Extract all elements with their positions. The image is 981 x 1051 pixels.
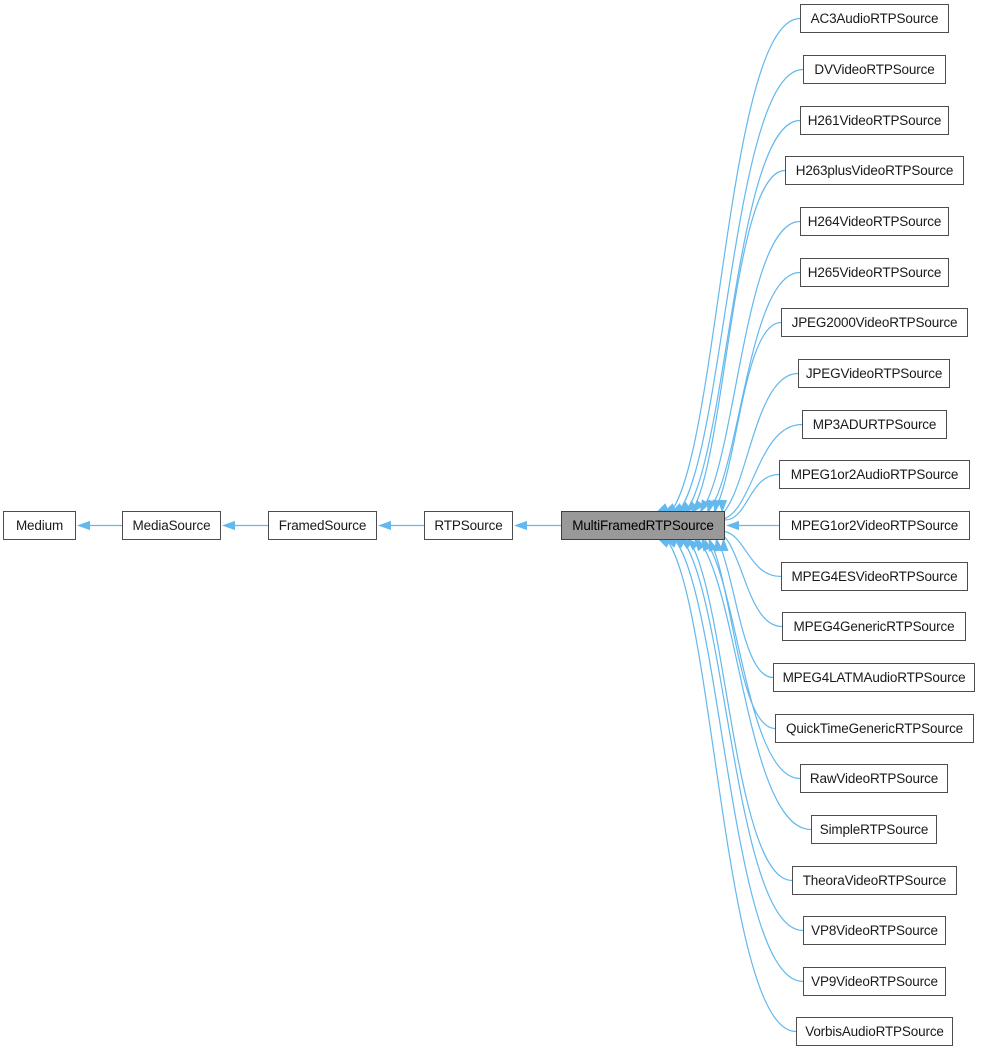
class-node-vp8-video-rtpsource[interactable]: VP8VideoRTPSource xyxy=(803,916,946,945)
inheritance-arrowhead xyxy=(77,520,90,531)
inheritance-diagram: Medium MediaSource FramedSource RTPSource Mu… xyxy=(0,0,981,1051)
class-node-jpegvideo-rtpsource[interactable]: JPEGVideoRTPSource xyxy=(798,359,950,388)
class-node-vorbis-audio-rtpsource[interactable]: VorbisAudioRTPSource xyxy=(796,1017,953,1046)
inheritance-arrowhead xyxy=(222,520,235,531)
class-node-mpeg4-latmaudio-rtpsource[interactable]: MPEG4LATMAudioRTPSource xyxy=(773,663,975,692)
class-node-ac3-audio-rtpsource[interactable]: AC3AudioRTPSource xyxy=(800,4,949,33)
class-node-mpeg1or2-video-rtpsource[interactable]: MPEG1or2VideoRTPSource xyxy=(779,511,970,540)
inheritance-edge xyxy=(702,321,782,521)
inheritance-edge xyxy=(724,473,780,521)
inheritance-edge xyxy=(680,169,786,521)
inheritance-edge xyxy=(720,530,782,578)
class-node-h264-video-rtpsource[interactable]: H264VideoRTPSource xyxy=(800,207,949,236)
class-node-mpeg4-generic-rtpsource[interactable]: MPEG4GenericRTPSource xyxy=(782,612,966,641)
class-node-theora-video-rtpsource[interactable]: TheoraVideoRTPSource xyxy=(792,866,957,895)
inheritance-arrowhead xyxy=(701,538,712,552)
class-node-h263plus-video-rtpsource[interactable]: H263plusVideoRTPSource xyxy=(785,156,964,185)
inheritance-arrowhead xyxy=(726,520,739,531)
inheritance-arrowhead xyxy=(713,538,724,552)
class-node-simple-rtpsource[interactable]: SimpleRTPSource xyxy=(811,815,937,844)
class-node-jpeg2000-video-rtpsource[interactable]: JPEG2000VideoRTPSource xyxy=(781,308,968,337)
class-node-media-source[interactable]: MediaSource xyxy=(122,511,221,540)
class-node-framed-source[interactable]: FramedSource xyxy=(268,511,377,540)
class-node-rtpsource[interactable]: RTPSource xyxy=(424,511,513,540)
class-node-medium[interactable]: Medium xyxy=(3,511,76,540)
class-node-h261-video-rtpsource[interactable]: H261VideoRTPSource xyxy=(800,106,949,135)
inheritance-arrowhead xyxy=(514,520,527,531)
class-node-vp9-video-rtpsource[interactable]: VP9VideoRTPSource xyxy=(803,967,946,996)
inheritance-edge xyxy=(710,372,799,521)
inheritance-edge xyxy=(665,68,804,521)
inheritance-edge xyxy=(698,530,776,730)
class-node-raw-video-rtpsource[interactable]: RawVideoRTPSource xyxy=(800,764,948,793)
inheritance-edge xyxy=(653,530,797,1033)
inheritance-edge xyxy=(705,530,774,679)
inheritance-arrowhead xyxy=(708,538,718,552)
inheritance-edge xyxy=(661,530,804,983)
inheritance-edge xyxy=(713,530,783,628)
class-node-dvvideo-rtpsource[interactable]: DVVideoRTPSource xyxy=(803,55,946,84)
inheritance-arrowhead xyxy=(378,520,391,531)
inheritance-edge xyxy=(658,17,801,521)
class-node-mpeg4-esvideo-rtpsource[interactable]: MPEG4ESVideoRTPSource xyxy=(781,562,968,591)
class-node-quick-time-generic-rtpsource[interactable]: QuickTimeGenericRTPSource xyxy=(775,714,974,743)
class-node-h265-video-rtpsource[interactable]: H265VideoRTPSource xyxy=(800,258,949,287)
class-node-mpeg1or2-audio-rtpsource[interactable]: MPEG1or2AudioRTPSource xyxy=(779,460,970,489)
inheritance-edge xyxy=(676,530,793,882)
class-node-multi-framed-rtpsource[interactable]: MultiFramedRTPSource xyxy=(561,511,725,540)
class-node-mp3-adurtpsource[interactable]: MP3ADURTPSource xyxy=(802,410,947,439)
